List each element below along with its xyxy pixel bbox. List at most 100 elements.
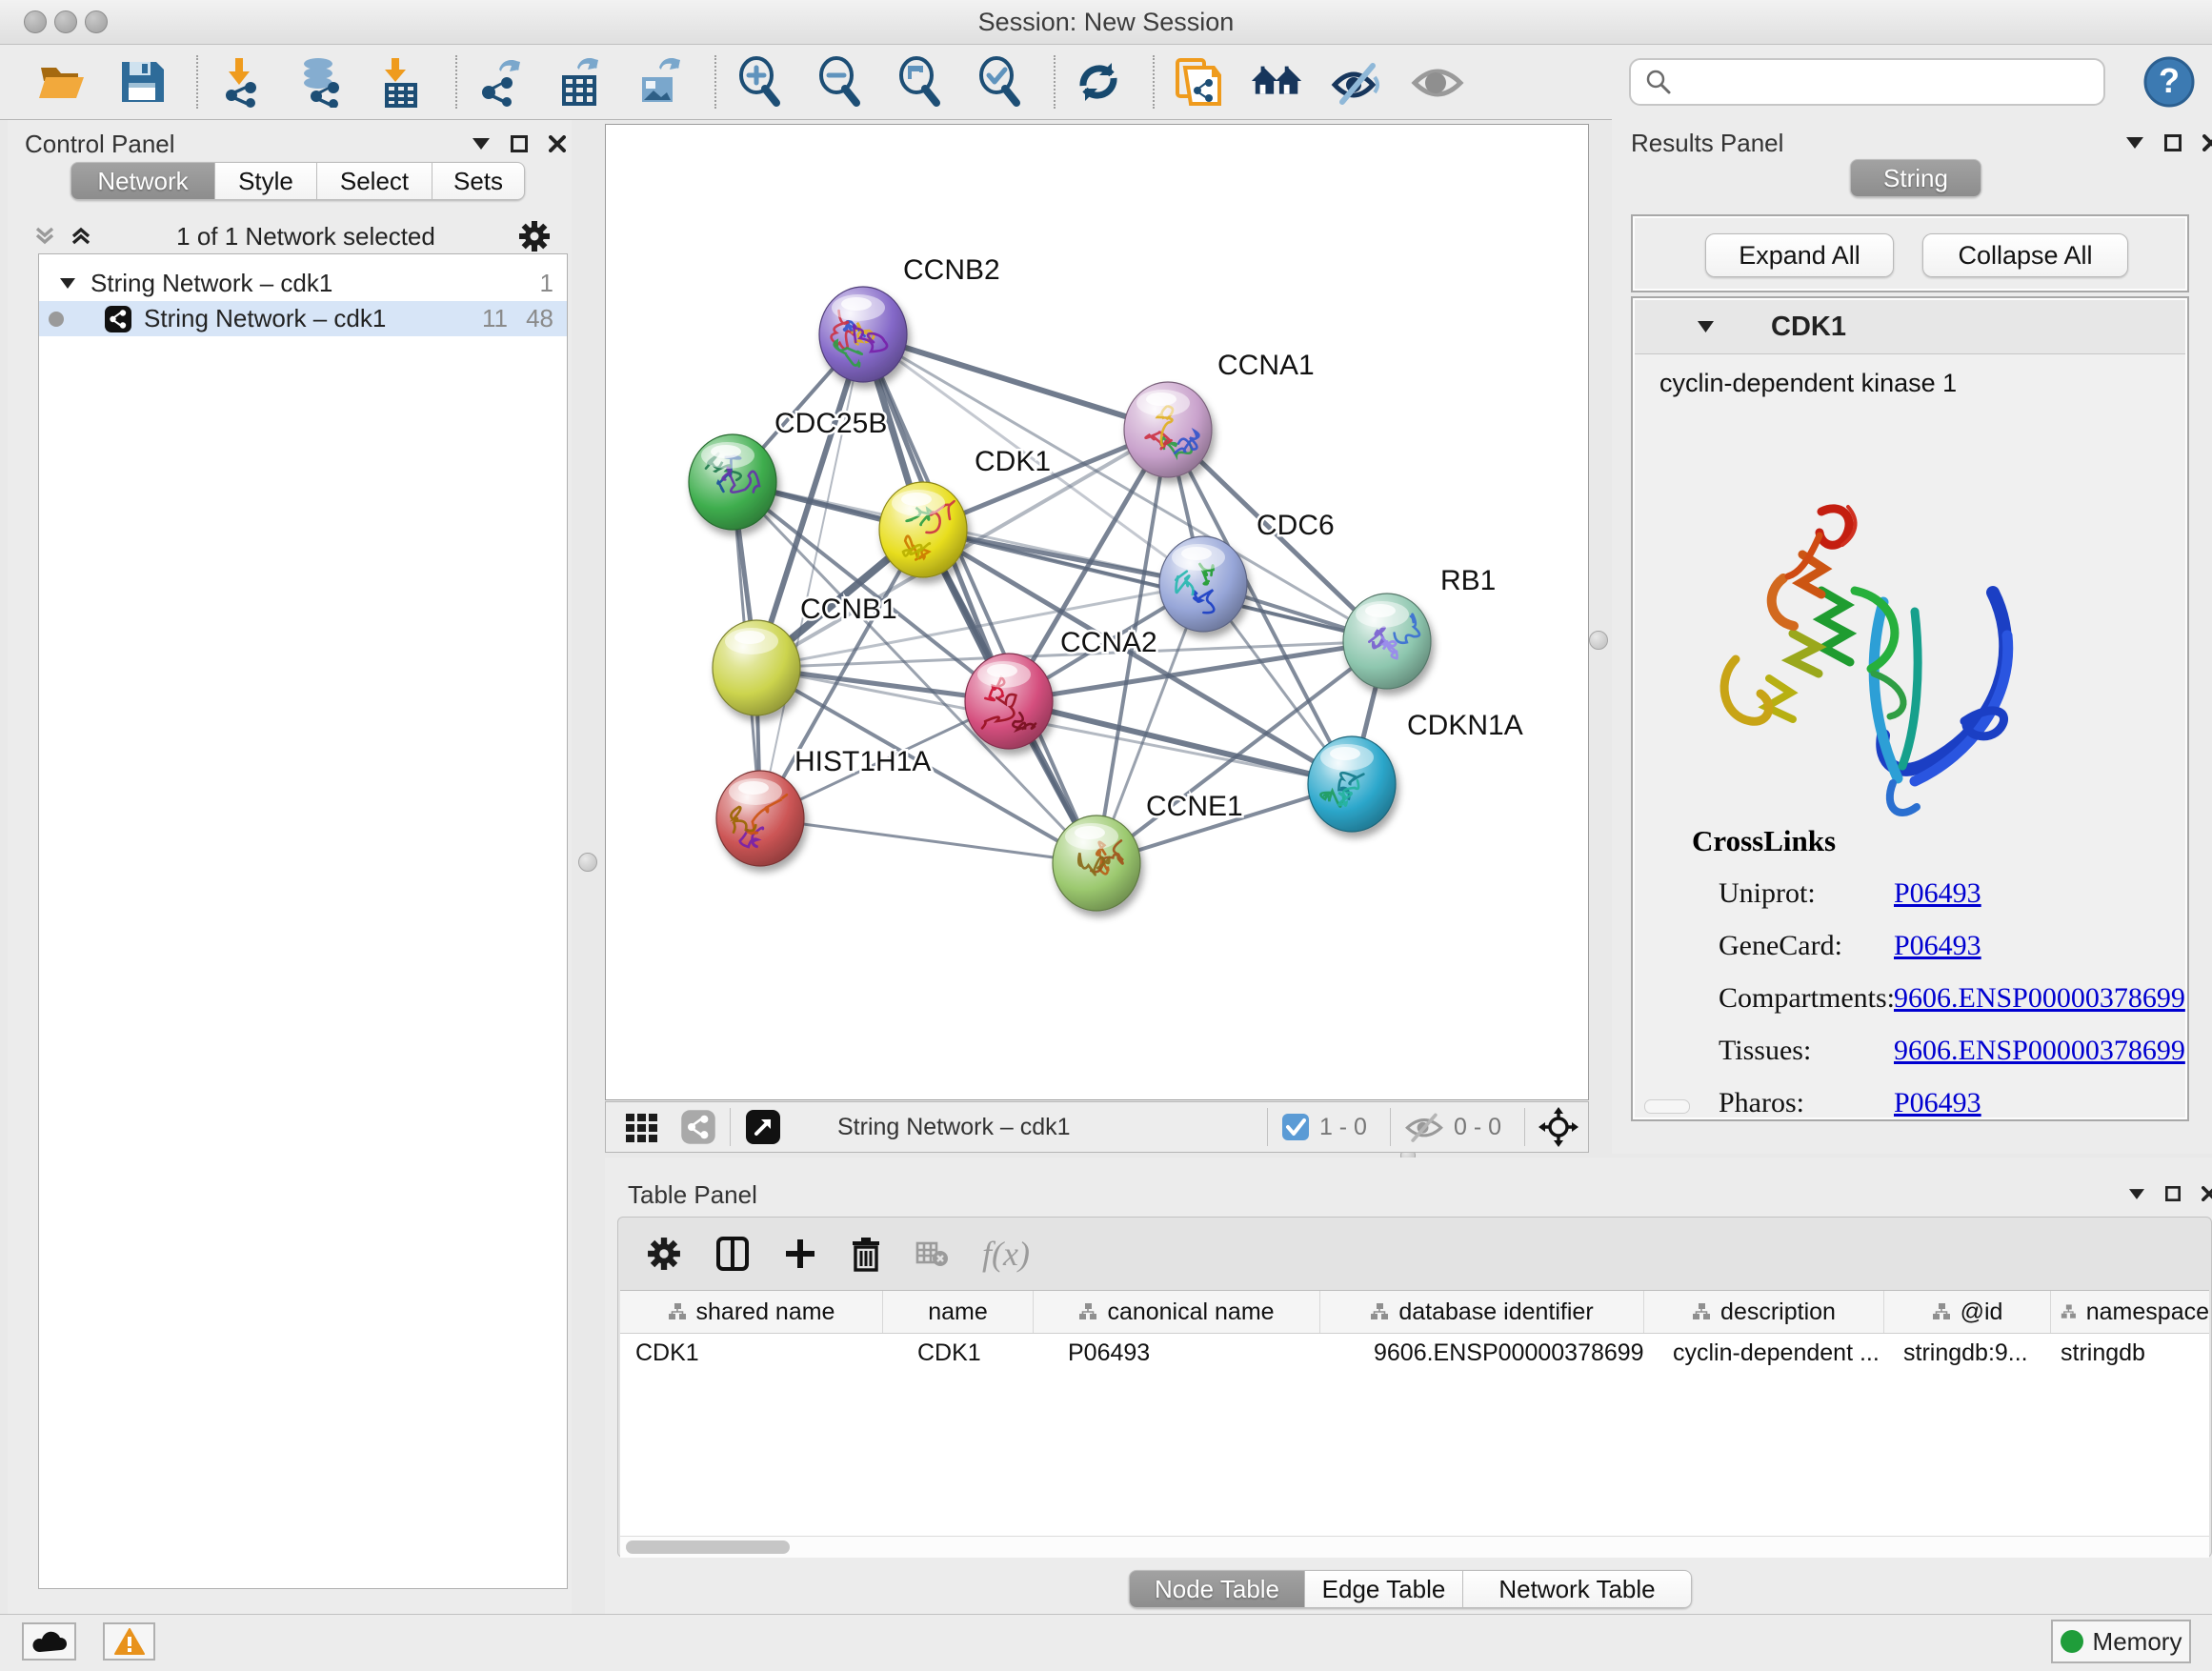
column-header[interactable]: canonical name — [1034, 1291, 1320, 1333]
status-bar: Memory — [0, 1614, 2212, 1671]
network-canvas[interactable]: CCNB2CCNA1CDC25BCDK1CDC6RB1CCNB1CCNA2CDK… — [605, 124, 1589, 1100]
window-title: Session: New Session — [0, 0, 2212, 44]
toolbar-separator — [1267, 1108, 1268, 1146]
network-selection-status: 1 of 1 Network selected — [93, 222, 518, 252]
collapse-all-chevron-icon[interactable] — [32, 224, 57, 249]
protein-node-cdkn1a[interactable]: CDKN1A — [1308, 710, 1523, 832]
tab-sets[interactable]: Sets — [432, 162, 525, 200]
scrollbar-thumb[interactable] — [626, 1540, 790, 1554]
panel-close-icon[interactable] — [2202, 134, 2212, 151]
right-splitter-handle[interactable] — [1589, 631, 1608, 650]
panel-menu-icon[interactable] — [2129, 1189, 2144, 1199]
zoom-fit-icon[interactable] — [892, 54, 947, 110]
panel-close-icon[interactable] — [549, 135, 566, 152]
collapse-all-button[interactable]: Collapse All — [1922, 233, 2128, 277]
add-column-icon[interactable] — [784, 1238, 816, 1270]
cloud-button[interactable] — [22, 1622, 76, 1661]
node-label-cdc6: CDC6 — [1257, 510, 1335, 541]
import-table-icon[interactable] — [373, 54, 429, 110]
memory-button[interactable]: Memory — [2051, 1620, 2191, 1663]
disclosure-triangle-icon[interactable] — [60, 278, 75, 289]
table-gear-icon[interactable] — [647, 1237, 681, 1271]
home-pages-icon[interactable] — [1250, 54, 1305, 110]
cloud-icon — [31, 1629, 68, 1654]
crosslink-link[interactable]: P06493 — [1894, 877, 1981, 910]
export-table-icon[interactable] — [553, 54, 608, 110]
protein-node-hist1h1a[interactable]: HIST1H1A — [716, 746, 931, 866]
network-row-selected[interactable]: String Network – cdk1 11 48 — [39, 301, 567, 336]
panel-float-icon[interactable] — [511, 135, 528, 152]
search-input[interactable] — [1673, 68, 2077, 97]
toolbar-separator — [1524, 1108, 1525, 1146]
open-session-icon[interactable] — [34, 54, 90, 110]
selected-checkbox-icon[interactable] — [1281, 1113, 1310, 1141]
toolbar-separator — [455, 55, 457, 109]
open-full-view-icon[interactable] — [744, 1108, 782, 1146]
tab-select[interactable]: Select — [317, 162, 432, 200]
crosslink-link[interactable]: P06493 — [1894, 1087, 1981, 1119]
column-header[interactable]: description — [1644, 1291, 1884, 1333]
import-network-icon[interactable] — [213, 54, 269, 110]
save-session-icon[interactable] — [114, 54, 170, 110]
column-header[interactable]: @id — [1884, 1291, 2051, 1333]
panel-float-icon[interactable] — [2165, 1186, 2181, 1201]
tab-string[interactable]: String — [1850, 159, 1981, 197]
help-icon[interactable]: ? — [2143, 56, 2195, 108]
toolbar-separator — [1153, 55, 1155, 109]
warnings-button[interactable] — [103, 1622, 155, 1661]
tab-edge-table[interactable]: Edge Table — [1305, 1570, 1463, 1608]
protein-node-ccne1[interactable]: CCNE1 — [1053, 791, 1243, 911]
import-database-icon[interactable] — [293, 54, 349, 110]
fit-content-crosshair-icon[interactable] — [1538, 1107, 1579, 1147]
network-options-gear-icon[interactable] — [518, 220, 551, 252]
refresh-icon[interactable] — [1071, 54, 1126, 110]
export-network-icon[interactable] — [473, 54, 528, 110]
panel-close-icon[interactable] — [2202, 1186, 2212, 1201]
tab-node-table[interactable]: Node Table — [1129, 1570, 1305, 1608]
table-header-row: shared name name canonical name database… — [620, 1291, 2209, 1334]
table-horizontal-scrollbar[interactable] — [620, 1536, 2209, 1558]
expand-all-chevron-icon[interactable] — [69, 224, 93, 249]
column-header[interactable]: name — [883, 1291, 1034, 1333]
column-header[interactable]: namespace — [2051, 1291, 2209, 1333]
clone-network-icon[interactable] — [1170, 54, 1225, 110]
tab-network-table[interactable]: Network Table — [1463, 1570, 1692, 1608]
table-row[interactable]: CDK1 CDK1 P06493 9606.ENSP00000378699 cy… — [620, 1334, 2209, 1372]
protein-node-cdc6[interactable]: CDC6 — [1159, 510, 1335, 632]
memory-label: Memory — [2093, 1627, 2182, 1657]
show-hide-icon[interactable] — [1330, 54, 1385, 110]
show-columns-icon[interactable] — [715, 1236, 750, 1272]
results-scrollbar-thumb[interactable] — [1644, 1099, 1690, 1114]
node-label-cdkn1a: CDKN1A — [1407, 710, 1523, 741]
birds-eye-grid-icon[interactable] — [623, 1108, 661, 1146]
expand-all-button[interactable]: Expand All — [1705, 233, 1894, 277]
network-graph[interactable]: CCNB2CCNA1CDC25BCDK1CDC6RB1CCNB1CCNA2CDK… — [606, 125, 1588, 1099]
network-row-label: String Network – cdk1 — [144, 304, 386, 333]
export-image-icon[interactable] — [633, 54, 688, 110]
search-box[interactable] — [1629, 58, 2105, 106]
delete-column-icon[interactable] — [851, 1236, 881, 1272]
panel-menu-icon[interactable] — [2126, 137, 2143, 149]
protein-card-header[interactable]: CDK1 — [1635, 300, 2185, 354]
table-panel-tabs: Node Table Edge Table Network Table — [1129, 1570, 1692, 1608]
left-splitter-handle[interactable] — [578, 853, 597, 872]
column-header[interactable]: shared name — [620, 1291, 883, 1333]
node-label-hist1h1a: HIST1H1A — [794, 746, 931, 777]
tab-network[interactable]: Network — [70, 162, 215, 200]
zoom-out-icon[interactable] — [812, 54, 867, 110]
zoom-selected-icon[interactable] — [972, 54, 1027, 110]
crosslink-link[interactable]: 9606.ENSP00000378699 — [1894, 982, 2185, 1015]
tab-style[interactable]: Style — [215, 162, 317, 200]
network-share-icon[interactable] — [680, 1109, 716, 1145]
protein-node-ccna1[interactable]: CCNA1 — [1124, 350, 1315, 477]
zoom-in-icon[interactable] — [732, 54, 787, 110]
panel-menu-icon[interactable] — [473, 138, 490, 150]
protein-node-rb1[interactable]: RB1 — [1343, 565, 1496, 689]
results-buttons-box: Expand All Collapse All — [1631, 214, 2189, 292]
column-header[interactable]: database identifier — [1320, 1291, 1644, 1333]
disclosure-triangle-icon[interactable] — [1698, 321, 1714, 332]
panel-float-icon[interactable] — [2164, 134, 2182, 151]
crosslink-link[interactable]: P06493 — [1894, 930, 1981, 962]
crosslink-link[interactable]: 9606.ENSP00000378699 — [1894, 1035, 2185, 1067]
network-collection-row[interactable]: String Network – cdk1 1 — [39, 266, 567, 301]
